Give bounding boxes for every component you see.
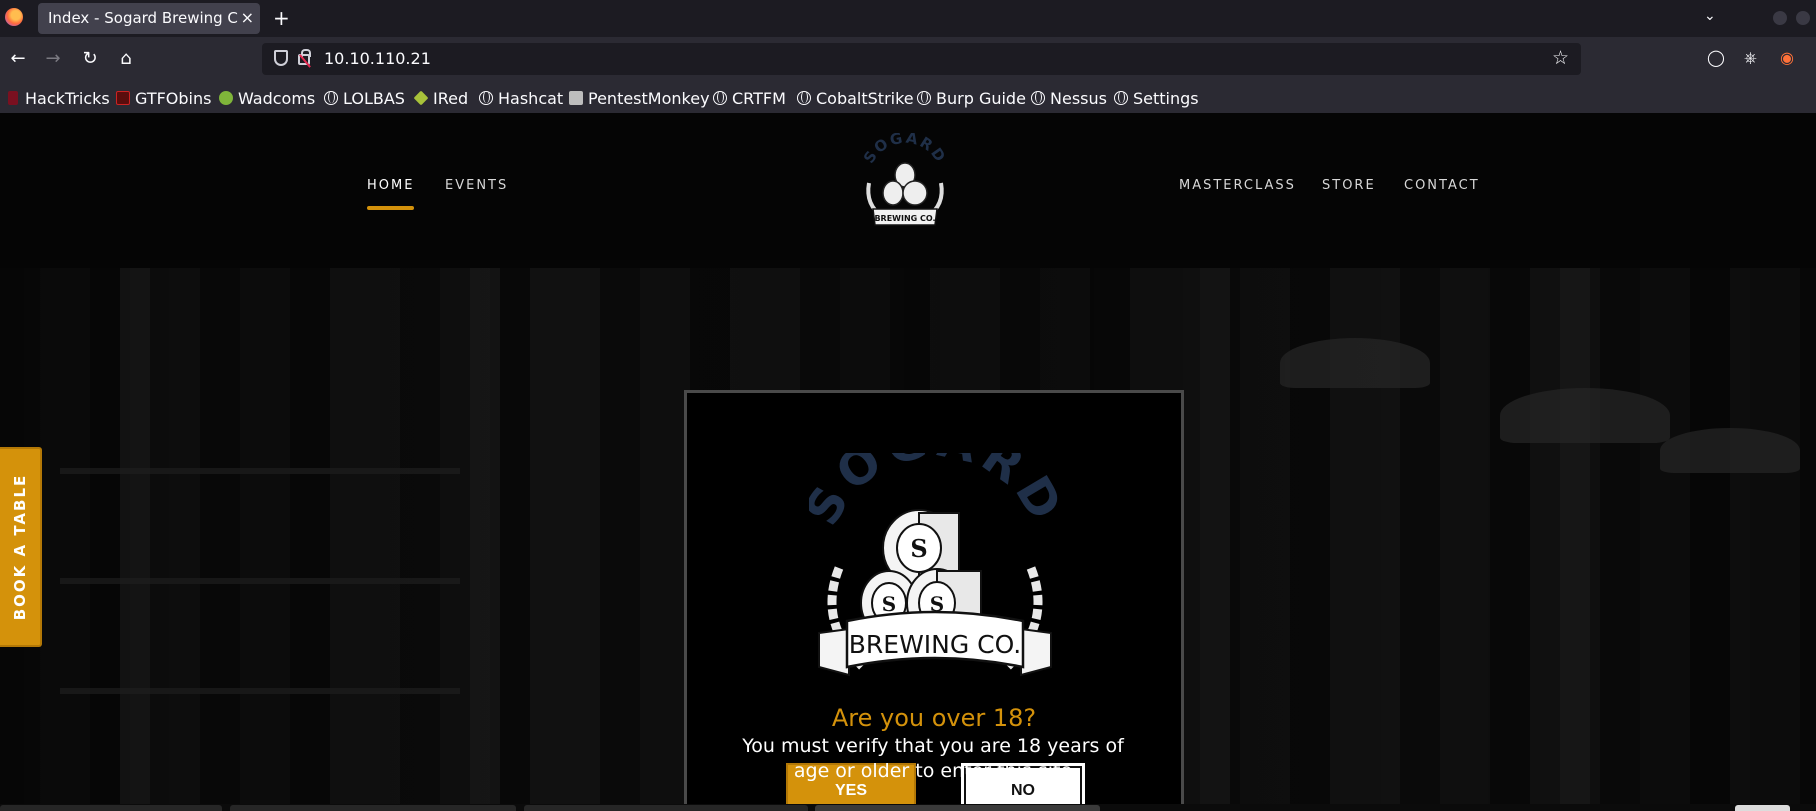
hero-decor [1280, 338, 1430, 388]
bookmark-nessus[interactable]: Nessus [1031, 86, 1107, 110]
hero-decor [1560, 268, 1590, 811]
globe-icon [713, 91, 727, 105]
hero-decor [60, 578, 460, 584]
reload-icon[interactable]: ↻ [77, 46, 103, 72]
bottom-decor [815, 805, 1100, 811]
ired-icon [413, 90, 429, 106]
bookmark-label: PentestMonkey [588, 88, 710, 108]
bottom-decor [230, 805, 516, 811]
bookmark-label: GTFObins [135, 88, 212, 108]
modal-logo-banner-text: BREWING CO. [849, 630, 1022, 659]
url-bar[interactable]: 10.10.110.21 ☆ [262, 43, 1581, 75]
modal-brand-logo: SOGARD S S S [809, 453, 1061, 677]
nav-masterclass[interactable]: MASTERCLASS [1179, 178, 1296, 193]
age-question: Are you over 18? [831, 704, 1037, 732]
bookmark-label: HackTricks [25, 88, 110, 108]
age-verification-notice: You must verify that you are 18 years of… [742, 735, 1124, 782]
bookmark-hashcat[interactable]: Hashcat [479, 86, 563, 110]
hero-decor [60, 468, 460, 474]
book-a-table-label: BOOK A TABLE [11, 473, 29, 621]
tab-list-chevron-icon[interactable]: ⌄ [1704, 8, 1716, 24]
globe-icon [1114, 91, 1128, 105]
bookmark-label: Hashcat [498, 88, 564, 108]
window-minimize-button[interactable] [1773, 11, 1787, 25]
tab-close-icon[interactable]: × [241, 8, 254, 27]
bookmark-label: IRed [433, 88, 469, 108]
header-brand-logo[interactable]: SOGARD BREWING CO. [855, 133, 955, 233]
bookmark-wadcoms[interactable]: Wadcoms [219, 86, 315, 110]
nav-store[interactable]: STORE [1322, 178, 1376, 193]
svg-text:S: S [882, 592, 896, 616]
svg-text:SOGARD: SOGARD [860, 133, 950, 167]
nav-contact[interactable]: CONTACT [1404, 178, 1480, 193]
nav-active-indicator [367, 206, 414, 210]
tracking-shield-icon[interactable] [274, 50, 288, 66]
home-icon[interactable]: ⌂ [113, 46, 139, 72]
window-close-button[interactable] [1796, 11, 1810, 25]
header-logo-banner-text: BREWING CO. [874, 214, 935, 223]
url-text[interactable]: 10.10.110.21 [324, 49, 431, 68]
globe-icon [324, 91, 338, 105]
forward-icon[interactable]: → [40, 46, 66, 72]
hero-decor [60, 688, 460, 694]
bottom-decor [0, 805, 222, 811]
hero-decor [1500, 388, 1670, 443]
bookmark-star-icon[interactable]: ☆ [1552, 47, 1569, 69]
gtfobins-icon [116, 91, 130, 105]
bookmark-gtfobins[interactable]: GTFObins [116, 86, 211, 110]
globe-icon [917, 91, 931, 105]
bookmarks-toolbar: HackTricks GTFObins Wadcoms LOLBAS IRed … [0, 83, 1816, 113]
pentestmonkey-icon [569, 91, 583, 105]
new-tab-button[interactable]: + [273, 6, 290, 30]
pocket-icon[interactable]: ◯ [1707, 48, 1725, 67]
bookmark-crtfm[interactable]: CRTFM [713, 86, 786, 110]
page-bottom-strip [0, 804, 1816, 811]
bookmark-burp-guide[interactable]: Burp Guide [917, 86, 1026, 110]
svg-text:S: S [910, 534, 927, 563]
hero-decor [1660, 428, 1800, 473]
nav-events[interactable]: EVENTS [445, 178, 508, 193]
firefox-logo-icon [5, 8, 23, 26]
bookmark-cobaltstrike[interactable]: CobaltStrike [797, 86, 914, 110]
bookmark-label: LOLBAS [343, 88, 405, 108]
bookmark-pentestmonkey[interactable]: PentestMonkey [569, 86, 710, 110]
back-icon[interactable]: ← [5, 46, 31, 72]
bookmark-settings[interactable]: Settings [1114, 86, 1199, 110]
bookmark-label: CRTFM [732, 88, 786, 108]
web-page: HOME EVENTS MASTERCLASS STORE CONTACT SO… [0, 113, 1816, 811]
bookmark-ired[interactable]: IRed [413, 86, 469, 110]
bookmark-label: Nessus [1050, 88, 1107, 108]
globe-icon [797, 91, 811, 105]
nav-home[interactable]: HOME [367, 178, 414, 193]
site-header: HOME EVENTS MASTERCLASS STORE CONTACT SO… [0, 113, 1816, 268]
browser-tab-active[interactable]: Index - Sogard Brewing Co × [38, 3, 260, 34]
hero-decor [120, 268, 150, 811]
globe-icon [479, 91, 493, 105]
foxyproxy-icon[interactable]: ◉ [1780, 48, 1794, 67]
hero-decor [470, 268, 500, 811]
bottom-decor [524, 805, 808, 811]
extensions-icon[interactable]: ⎈ [1744, 48, 1757, 68]
tab-title: Index - Sogard Brewing Co [48, 9, 238, 27]
header-logo-arc-text: SOGARD [860, 133, 948, 167]
hero-decor [1200, 268, 1230, 811]
bookmark-label: Settings [1133, 88, 1199, 108]
book-a-table-button[interactable]: BOOK A TABLE [0, 447, 42, 647]
browser-tab-bar: Index - Sogard Brewing Co × + ⌄ [0, 0, 1816, 37]
hacktricks-icon [8, 91, 18, 105]
bottom-decor [1735, 805, 1790, 811]
bookmark-lolbas[interactable]: LOLBAS [324, 86, 405, 110]
bookmark-label: Wadcoms [238, 88, 316, 108]
wadcoms-icon [219, 91, 233, 105]
globe-icon [1031, 91, 1045, 105]
bookmark-label: Burp Guide [936, 88, 1026, 108]
bookmark-label: CobaltStrike [816, 88, 914, 108]
browser-nav-bar: ← → ↻ ⌂ 10.10.110.21 ☆ ◯ ⎈ ◉ [0, 37, 1816, 83]
bookmark-hacktricks[interactable]: HackTricks [8, 86, 110, 110]
